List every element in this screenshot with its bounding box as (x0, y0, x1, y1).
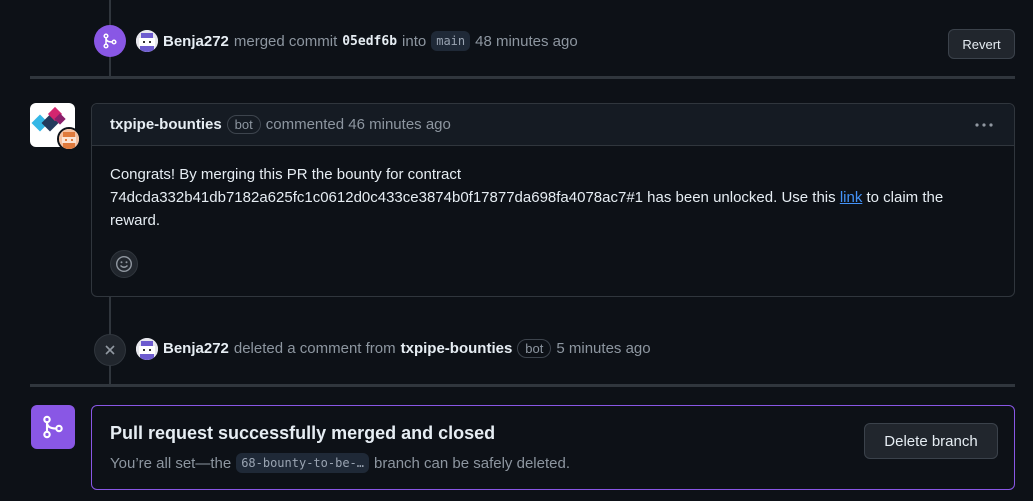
merge-action-text: merged commit (233, 32, 338, 50)
delete-action-text: deleted a comment from (233, 340, 396, 357)
merged-desc-tail: branch can be safely deleted. (374, 454, 570, 472)
git-merge-icon (103, 33, 117, 49)
merged-title: Pull request successfully merged and clo… (110, 423, 496, 443)
bot-badge-avatar (57, 127, 81, 151)
delete-user-link[interactable]: Benja272 (163, 340, 229, 357)
add-reaction-button[interactable] (110, 250, 138, 278)
into-text: into (402, 32, 427, 50)
comment-timestamp[interactable]: commented 46 minutes ago (266, 116, 451, 133)
bot-label: bot (517, 339, 552, 358)
delete-branch-button[interactable]: Delete branch (864, 423, 998, 459)
timeline-divider-1 (30, 76, 1015, 79)
smiley-icon (115, 255, 133, 273)
comment-line-1: Congrats! By merging this PR the bounty … (110, 166, 461, 183)
x-icon (105, 345, 115, 355)
comment-line-3: reward. (110, 212, 161, 229)
bot-label: bot (226, 115, 261, 134)
merge-user-link[interactable]: Benja272 (163, 33, 229, 50)
comment-line-2: 74dcda332b41db7182a625fc1c0612d0c433ce38… (110, 186, 996, 209)
bot-avatar[interactable] (30, 103, 81, 151)
merged-panel: Pull request successfully merged and clo… (91, 405, 1015, 490)
delete-event-icon (94, 334, 126, 366)
comment-line-2-tail: to claim the (866, 189, 944, 206)
comment-body: Congrats! By merging this PR the bounty … (92, 146, 1014, 232)
git-merge-icon (43, 415, 63, 439)
timeline-divider-2 (30, 384, 1015, 387)
comment-card: txpipe-bounties bot commented 46 minutes… (91, 103, 1015, 297)
deleted-author-link[interactable]: txpipe-bounties (401, 340, 513, 357)
kebab-horizontal-icon[interactable] (974, 116, 994, 134)
commit-sha-link[interactable]: 05edf6b (342, 34, 397, 49)
comment-author-link[interactable]: txpipe-bounties (110, 116, 222, 133)
merged-status-icon (31, 405, 75, 449)
merged-description: You’re all set—the 68-bounty-to-be-… bra… (110, 453, 570, 473)
comment-header: txpipe-bounties bot commented 46 minutes… (92, 104, 1014, 146)
merge-time[interactable]: 48 minutes ago (475, 33, 578, 50)
avatar[interactable] (136, 338, 158, 360)
merge-event-text: Benja272 merged commit 05edf6b into main… (163, 31, 578, 51)
delete-event-text: Benja272 deleted a comment from txpipe-b… (163, 339, 651, 358)
revert-button[interactable]: Revert (948, 29, 1015, 59)
claim-link[interactable]: link (840, 189, 863, 206)
delete-time[interactable]: 5 minutes ago (556, 340, 650, 357)
comment-line-2-text: 74dcda332b41db7182a625fc1c0612d0c433ce38… (110, 189, 836, 206)
merged-desc-text: You’re all set—the (110, 454, 232, 472)
head-branch-chip[interactable]: 68-bounty-to-be-… (236, 453, 370, 473)
merge-event-icon (94, 25, 126, 57)
base-branch-chip[interactable]: main (431, 31, 471, 51)
avatar[interactable] (136, 30, 158, 52)
